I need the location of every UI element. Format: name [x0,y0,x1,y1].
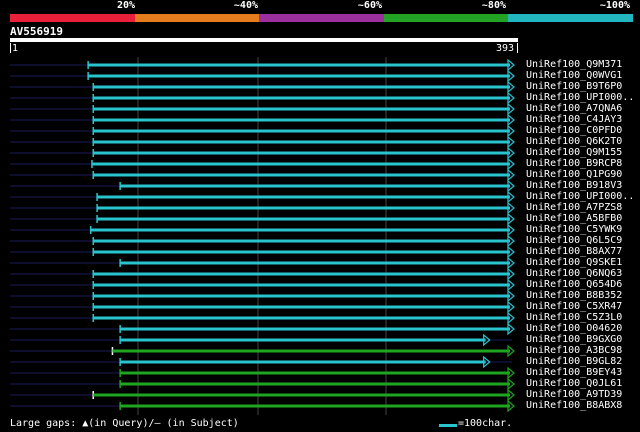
hit-label[interactable]: UniRef100_A7QNA6 [526,104,622,114]
hit-label[interactable]: UniRef100_B9T6P0 [526,82,622,92]
hit-label[interactable]: UniRef100_Q6K2T0 [526,137,622,147]
hit-label[interactable]: UniRef100_Q1PG90 [526,170,622,180]
hit-label[interactable]: UniRef100_Q654D6 [526,280,622,290]
hit-label[interactable]: UniRef100_B9RCP8 [526,159,622,169]
hit-label[interactable]: UniRef100_B918V3 [526,181,622,191]
hit-label[interactable]: UniRef100_B9GXG0 [526,335,622,345]
hit-label[interactable]: UniRef100_C5Z3L0 [526,313,622,323]
hit-label[interactable]: UniRef100_Q9M155 [526,148,622,158]
hit-label[interactable]: UniRef100_Q0WVG1 [526,71,622,81]
scale-label: =100char. [458,418,513,429]
hit-label[interactable]: UniRef100_UPI000.. [526,93,634,103]
hit-label[interactable]: UniRef100_B9GL82 [526,357,622,367]
hit-label[interactable]: UniRef100_B9EY43 [526,368,622,378]
hit-label[interactable]: UniRef100_A9TD39 [526,390,622,400]
hit-label[interactable]: UniRef100_A3BC98 [526,346,622,356]
hit-label[interactable]: UniRef100_O04620 [526,324,622,334]
large-gaps-legend: Large gaps: ▲(in Query)/– (in Subject) [10,418,239,429]
hit-label[interactable]: UniRef100_B8ABX8 [526,401,622,411]
hit-label[interactable]: UniRef100_C0PFD0 [526,126,622,136]
hit-label[interactable]: UniRef100_Q9M371 [526,60,622,70]
hit-label[interactable]: UniRef100_Q6NQ63 [526,269,622,279]
hit-label[interactable]: UniRef100_B8AX77 [526,247,622,257]
hit-label[interactable]: UniRef100_Q0JL61 [526,379,622,389]
scale-line [439,424,457,427]
hit-label[interactable]: UniRef100_Q9SKE1 [526,258,622,268]
hit-label[interactable]: UniRef100_Q6L5C9 [526,236,622,246]
hit-label[interactable]: UniRef100_A5BFB0 [526,214,622,224]
hit-label[interactable]: UniRef100_A7PZS8 [526,203,622,213]
hit-label[interactable]: UniRef100_C4JAY3 [526,115,622,125]
hit-label[interactable]: UniRef100_B8B352 [526,291,622,301]
hit-label[interactable]: UniRef100_C5YWK9 [526,225,622,235]
hit-label[interactable]: UniRef100_C5XR47 [526,302,622,312]
hit-label[interactable]: UniRef100_UPI000.. [526,192,634,202]
